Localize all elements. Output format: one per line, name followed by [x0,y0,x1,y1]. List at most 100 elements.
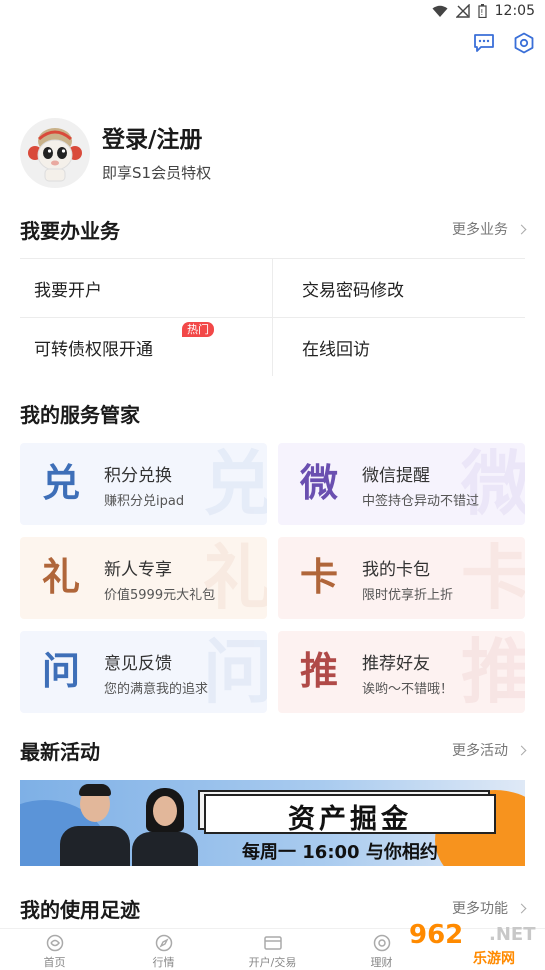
card-subtitle: 限时优享折上折 [362,588,454,603]
card-subtitle: 中签持仓异动不错过 [362,494,480,509]
profile-header[interactable]: 登录/注册 即享S1会员特权 [20,118,211,188]
card-watermark-glyph: 礼 [203,537,267,619]
banner-panel: 资产掘金 [204,794,496,835]
open-account-item[interactable]: 我要开户 [20,259,272,317]
card-watermark-glyph: 问 [203,631,267,713]
gear-icon [514,32,534,54]
top-actions [471,30,537,56]
watermark-number: 962 [409,920,464,950]
card-glyph: 问 [42,648,81,693]
more-activities-label: 更多活动 [452,743,508,759]
card-title: 意见反馈 [104,654,172,674]
card-title: 新人专享 [104,560,172,580]
business-item-label: 交易密码修改 [302,280,404,301]
nav-trade[interactable]: 开户/交易 [218,929,327,970]
nav-home[interactable]: 首页 [0,929,109,970]
monkey-avatar-icon [28,128,82,182]
suit-shape [132,832,198,866]
convertible-bond-item[interactable]: 可转债权限开通 热门 [20,318,272,376]
wechat-reminder-card[interactable]: 微 微 微信提醒 中签持仓异动不错过 [278,443,525,525]
nav-label: 理财 [370,956,393,969]
trade-password-item[interactable]: 交易密码修改 [272,259,524,317]
card-glyph: 卡 [300,554,339,599]
site-watermark: 962 .NET 乐游网 [409,920,539,967]
card-wallet-card[interactable]: 卡 卡 我的卡包 限时优享折上折 [278,537,525,619]
message-button[interactable] [471,30,497,56]
suit-shape [60,826,130,866]
more-activities-link[interactable]: 更多活动 [452,740,527,760]
more-functions-label: 更多功能 [452,901,508,917]
card-title: 我的卡包 [362,560,430,580]
footprint-section-header: 我的使用足迹 更多功能 [20,893,527,923]
card-watermark-glyph: 兑 [203,443,267,525]
hot-badge: 热门 [182,322,214,337]
status-icons: ! 12:05 [432,3,535,19]
card-subtitle: 赚积分兑ipad [104,494,185,509]
login-register-title[interactable]: 登录/注册 [102,124,211,156]
profile-text: 登录/注册 即享S1会员特权 [102,124,211,183]
business-item-label: 我要开户 [34,280,102,301]
more-functions-link[interactable]: 更多功能 [452,898,527,918]
card-title: 积分兑换 [104,466,172,486]
card-glyph: 兑 [42,460,81,505]
card-watermark-glyph: 推 [461,631,525,713]
activity-banner[interactable]: 资产掘金 每周一 16:00 与你相约 [20,780,525,866]
business-item-label: 可转债权限开通 [34,339,153,360]
wealth-icon [373,934,390,952]
settings-button[interactable] [511,30,537,56]
nav-label: 开户/交易 [248,956,297,969]
nav-label: 首页 [43,956,66,969]
message-icon [474,34,494,52]
signal-off-icon [455,4,470,18]
footprint-title: 我的使用足迹 [20,897,140,922]
nav-market[interactable]: 行情 [109,929,218,970]
chevron-right-icon [516,903,527,913]
compass-icon [155,934,172,952]
hair-shape [79,784,111,796]
business-section-header: 我要办业务 更多业务 [20,214,527,244]
card-glyph: 微 [300,460,339,505]
card-title: 微信提醒 [362,466,430,486]
card-watermark-glyph: 卡 [461,537,525,619]
card-icon [263,936,282,950]
svg-text:!: ! [480,8,483,17]
nav-label: 行情 [152,956,175,969]
watermark-name: 乐游网 [473,951,515,967]
status-bar: ! 12:05 [0,0,545,24]
more-business-label: 更多业务 [452,222,508,238]
services-section-header: 我的服务管家 [20,398,525,428]
business-item-label: 在线回访 [302,339,370,360]
chevron-right-icon [516,224,527,234]
chevron-right-icon [516,745,527,755]
banner-slogan: 每周一 16:00 与你相约 [242,842,438,863]
battery-icon: ! [478,4,487,18]
card-subtitle: 诶哟～不错哦！ [362,682,454,697]
member-privilege-text: 即享S1会员特权 [102,163,212,182]
presenter-woman-image [132,780,198,866]
home-icon [46,934,63,952]
business-title: 我要办业务 [20,218,120,243]
wifi-icon [432,5,448,17]
online-visit-item[interactable]: 在线回访 [272,318,524,376]
card-title: 推荐好友 [362,654,430,674]
watermark-net: .NET [489,924,536,945]
services-title: 我的服务管家 [20,402,140,427]
business-grid: 我要开户 交易密码修改 可转债权限开通 热门 在线回访 [20,258,525,376]
card-watermark-glyph: 微 [461,443,525,525]
card-subtitle: 价值5999元大礼包 [104,588,216,603]
points-exchange-card[interactable]: 兑 兑 积分兑换 赚积分兑ipad [20,443,267,525]
avatar[interactable] [20,118,90,188]
status-time: 12:05 [494,3,535,19]
head-shape [153,796,177,826]
card-subtitle: 您的满意我的追求 [104,682,209,697]
activities-section-header: 最新活动 更多活动 [20,735,527,765]
refer-friend-card[interactable]: 推 推 推荐好友 诶哟～不错哦！ [278,631,525,713]
newcomer-card[interactable]: 礼 礼 新人专享 价值5999元大礼包 [20,537,267,619]
card-glyph: 推 [300,648,339,693]
feedback-card[interactable]: 问 问 意见反馈 您的满意我的追求 [20,631,267,713]
card-glyph: 礼 [42,554,81,599]
banner-headline: 资产掘金 [288,803,412,835]
more-business-link[interactable]: 更多业务 [452,219,527,239]
presenter-man-image [60,780,130,866]
activities-title: 最新活动 [20,739,100,764]
